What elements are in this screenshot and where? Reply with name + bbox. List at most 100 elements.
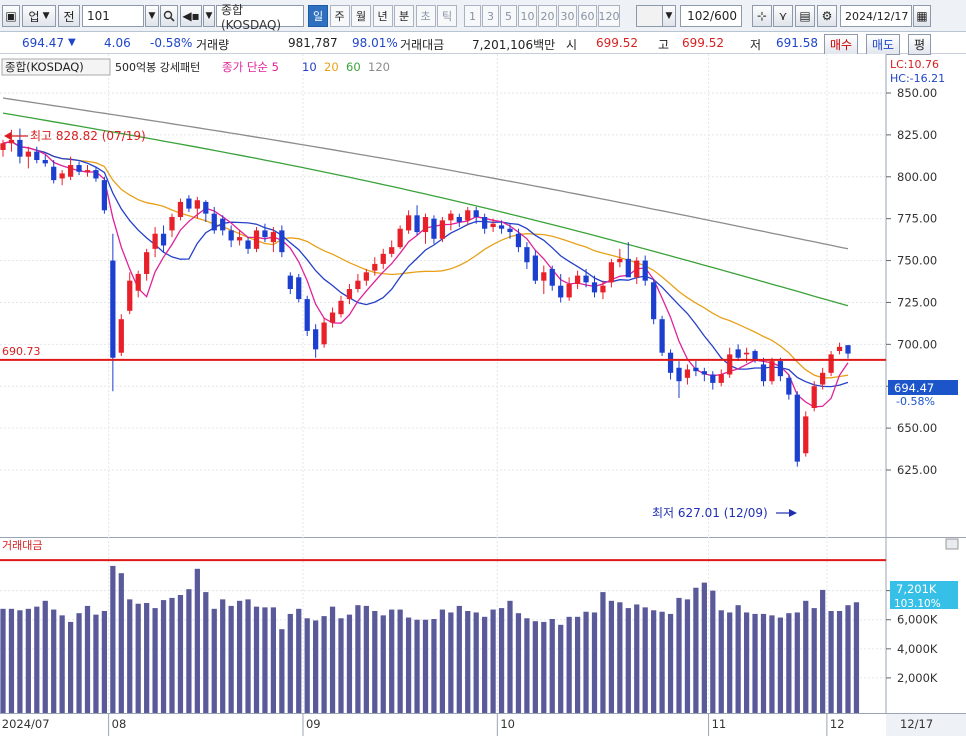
search-icon[interactable]: [160, 5, 178, 27]
candle[interactable]: [828, 351, 834, 377]
period-tab[interactable]: 틱: [437, 5, 457, 27]
candle-body: [490, 223, 496, 228]
candle-body: [693, 367, 699, 372]
candle-body: [405, 215, 412, 231]
period-tab[interactable]: 분: [394, 5, 414, 27]
volume-bar: [186, 589, 192, 713]
interval-tab[interactable]: 20: [538, 5, 557, 27]
volume-bar: [211, 608, 217, 713]
price-chart[interactable]: 850.00 825.00 800.00 775.00 750.00 725.00 700.…: [0, 54, 966, 537]
candle[interactable]: [253, 227, 260, 253]
interval-tab[interactable]: 1: [464, 5, 481, 27]
interval-tab[interactable]: 10: [518, 5, 537, 27]
high-value: 699.52: [682, 36, 724, 50]
candle-body: [42, 160, 48, 164]
candle[interactable]: [803, 411, 809, 457]
volume-bar: [786, 613, 792, 713]
period-tab[interactable]: 년: [372, 5, 393, 27]
candle[interactable]: [101, 176, 108, 214]
volume-bar: [659, 611, 665, 713]
interval-tab[interactable]: 120: [598, 5, 620, 27]
volume-bar: [0, 608, 6, 713]
code-input[interactable]: 101: [82, 5, 144, 27]
candle-body: [811, 386, 817, 409]
volume-bar: [422, 619, 429, 713]
volume-bar: [600, 592, 606, 713]
candle-body: [118, 319, 124, 353]
interval-tab[interactable]: 30: [558, 5, 577, 27]
interval-dropdown-icon[interactable]: ▼: [662, 5, 676, 27]
candle-body: [828, 354, 834, 373]
prev-button[interactable]: 전: [58, 5, 80, 27]
sound-dropdown-icon[interactable]: ▼: [203, 5, 215, 27]
candle-body: [608, 262, 615, 283]
buy-button[interactable]: 매수: [824, 34, 859, 55]
candle[interactable]: [397, 225, 403, 249]
legend-pattern: 500억봉 강세패턴: [115, 61, 200, 74]
interval-tab[interactable]: 3: [482, 5, 499, 27]
window-menu-icon[interactable]: ▣: [2, 5, 20, 27]
candle[interactable]: [659, 315, 665, 357]
candle[interactable]: [651, 278, 657, 325]
interval-tabs: 1 3 5 10 20 30 60 120: [464, 5, 634, 27]
crosshair-icon[interactable]: ⊹: [752, 5, 772, 27]
candle-body: [228, 230, 234, 241]
volume-bar: [541, 621, 547, 713]
open-value: 699.52: [596, 36, 638, 50]
volume-bar: [676, 597, 682, 713]
price-y-tick-label: 775.00: [897, 212, 937, 226]
current-pct-tag-text: -0.58%: [896, 395, 935, 408]
candle-body: [253, 230, 260, 249]
sell-button[interactable]: 매도: [866, 34, 901, 55]
candle[interactable]: [304, 295, 310, 336]
candle[interactable]: [439, 216, 446, 243]
code-dropdown-icon[interactable]: ▼: [145, 5, 159, 27]
candle-body: [414, 215, 420, 233]
candle[interactable]: [532, 250, 538, 285]
count-field[interactable]: 102/600: [680, 5, 742, 27]
candle-body: [363, 272, 369, 281]
market-type-dropdown[interactable]: 업 ▼: [22, 5, 56, 27]
candle-body: [76, 165, 82, 172]
candle-body: [8, 139, 15, 144]
candle[interactable]: [118, 314, 124, 357]
interval-tab[interactable]: 60: [578, 5, 597, 27]
period-tab[interactable]: 월: [351, 5, 371, 27]
candle[interactable]: [296, 273, 302, 303]
volume-bar: [710, 590, 716, 713]
period-tab[interactable]: 일: [308, 5, 328, 27]
x-axis-label: 11: [712, 717, 727, 731]
legend-ma20: 20: [324, 60, 339, 74]
candle-body: [245, 240, 251, 249]
date-field[interactable]: 2024/12/17: [840, 5, 912, 27]
candle-body: [279, 230, 285, 253]
volume-bar: [853, 602, 860, 713]
candle-body: [845, 345, 851, 354]
compare-icon[interactable]: ⋎: [773, 5, 793, 27]
x-axis-label: 12: [830, 717, 845, 731]
price-plot-area: [0, 54, 886, 537]
candle-body: [743, 352, 750, 355]
candle[interactable]: [769, 357, 775, 385]
flat-button[interactable]: 평: [908, 34, 932, 55]
candle-body: [465, 210, 471, 221]
sound-icon[interactable]: ◀▪: [180, 5, 202, 27]
gear-icon[interactable]: ⚙: [817, 5, 837, 27]
period-tab[interactable]: 초: [415, 5, 436, 27]
calendar-icon[interactable]: ▦: [913, 5, 931, 27]
volume-chart[interactable]: 8,000K6,000K4,000K2,000K 거래대금 7,201K 103…: [0, 537, 966, 713]
period-tab[interactable]: 주: [329, 5, 350, 27]
volume-bar: [549, 619, 555, 713]
volume-panel-collapse-icon[interactable]: [945, 538, 959, 550]
volume-y-tick-label: 6,000K: [897, 613, 938, 627]
count-value: 102: [687, 9, 711, 23]
volume-bar: [574, 616, 581, 713]
volume-bar: [473, 612, 479, 713]
interval-tab[interactable]: 5: [500, 5, 517, 27]
save-icon[interactable]: ▤: [795, 5, 815, 27]
volume-pct-tag-text: 103.10%: [894, 598, 941, 610]
candle[interactable]: [794, 391, 800, 467]
volume-bar: [194, 568, 200, 713]
volume-title: 거래대금: [2, 539, 42, 552]
candle-body: [236, 237, 243, 241]
